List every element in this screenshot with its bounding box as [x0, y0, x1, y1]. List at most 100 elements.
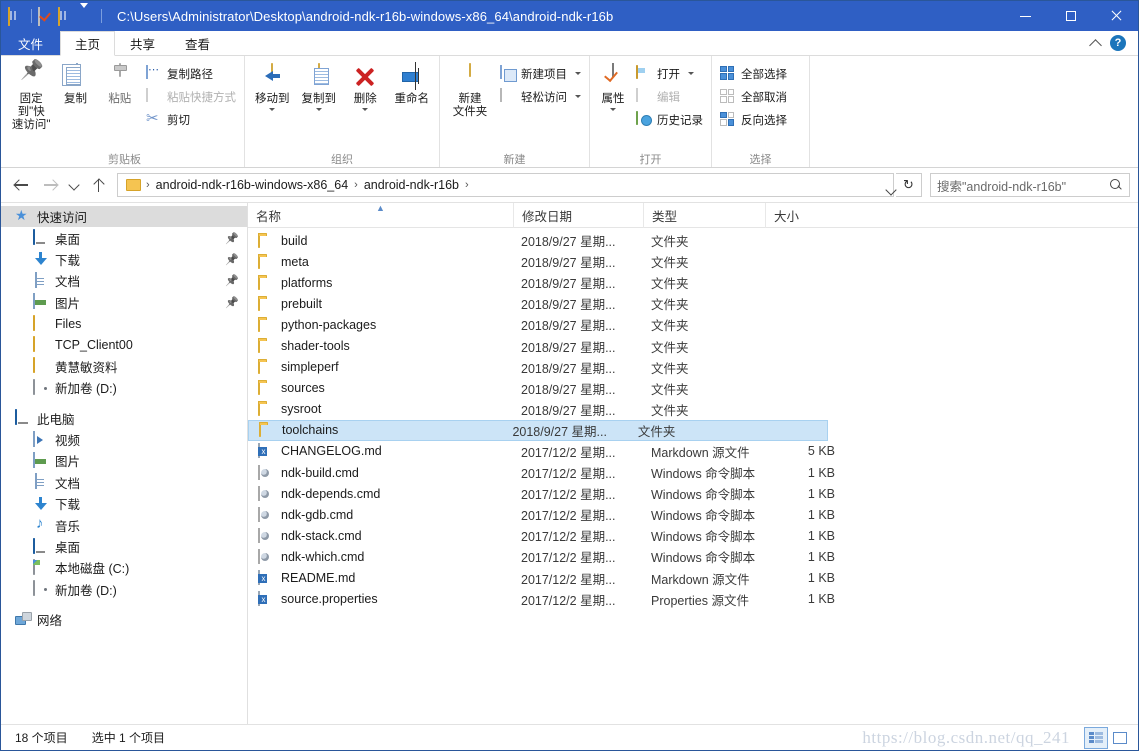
sidebar-item[interactable]: 新加卷 (D:): [1, 377, 247, 398]
delete-button[interactable]: 删除: [342, 60, 389, 111]
sidebar-item[interactable]: Files: [1, 313, 247, 334]
column-header-date[interactable]: 修改日期: [513, 202, 643, 228]
table-row[interactable]: ndk-depends.cmd 2017/12/2 星期... Windows 命令…: [248, 483, 1138, 504]
table-row[interactable]: sysroot 2018/9/27 星期... 文件夹: [248, 399, 1138, 420]
sidebar-item[interactable]: 桌面: [1, 536, 247, 557]
table-row[interactable]: shader-tools 2018/9/27 星期... 文件夹: [248, 335, 1138, 356]
paste-shortcut-button[interactable]: 粘贴快捷方式: [142, 86, 240, 107]
sidebar-item[interactable]: 图片 📌: [1, 292, 247, 313]
properties-icon[interactable]: [38, 6, 55, 26]
sidebar-item[interactable]: 此电脑: [1, 408, 247, 429]
copy-to-dropdown-icon[interactable]: [315, 108, 322, 111]
open-button[interactable]: 打开: [632, 63, 707, 84]
table-row[interactable]: ndk-stack.cmd 2017/12/2 星期... Windows 命令脚本…: [248, 525, 1138, 546]
easy-access-button[interactable]: 轻松访问: [496, 86, 585, 107]
copy-path-button[interactable]: 复制路径: [142, 63, 240, 84]
sidebar-item[interactable]: 桌面 📌: [1, 227, 247, 248]
tab-home[interactable]: 主页: [60, 31, 116, 56]
new-folder-icon[interactable]: [58, 6, 75, 26]
sidebar-item[interactable]: 下载: [1, 493, 247, 514]
table-row[interactable]: README.md 2017/12/2 星期... Markdown 源文件 1 KB: [248, 568, 1138, 589]
new-item-dropdown-icon[interactable]: [575, 72, 581, 75]
sidebar-item[interactable]: 音乐: [1, 514, 247, 535]
table-row[interactable]: simpleperf 2018/9/27 星期... 文件夹: [248, 357, 1138, 378]
pin-to-quick-access-button[interactable]: 固定到"快 速访问": [9, 60, 53, 132]
move-to-button[interactable]: 移动到: [249, 60, 296, 111]
new-item-button[interactable]: 新建项目: [496, 63, 585, 84]
open-dropdown-icon[interactable]: [688, 72, 694, 75]
minimize-button[interactable]: [1003, 1, 1048, 31]
table-row[interactable]: meta 2018/9/27 星期... 文件夹: [248, 251, 1138, 272]
column-header-type[interactable]: 类型: [643, 202, 765, 228]
up-button[interactable]: [85, 172, 111, 198]
collapse-ribbon-icon[interactable]: [1089, 38, 1102, 52]
recent-locations-button[interactable]: [65, 172, 83, 198]
table-row[interactable]: source.properties 2017/12/2 星期... Properti…: [248, 589, 1138, 610]
sidebar-item[interactable]: 新加卷 (D:): [1, 579, 247, 600]
pin-icon[interactable]: 📌: [225, 253, 239, 266]
refresh-button[interactable]: ↻: [896, 173, 922, 197]
breadcrumb-separator-2[interactable]: ›: [464, 179, 470, 191]
tab-file[interactable]: 文件: [1, 31, 61, 55]
column-header-name[interactable]: ▲ 名称: [248, 203, 513, 228]
table-row[interactable]: platforms 2018/9/27 星期... 文件夹: [248, 272, 1138, 293]
copy-button[interactable]: 复制: [53, 60, 97, 106]
table-row[interactable]: CHANGELOG.md 2017/12/2 星期... Markdown 源文件 5…: [248, 441, 1138, 462]
table-row[interactable]: build 2018/9/27 星期... 文件夹: [248, 230, 1138, 251]
sidebar-item[interactable]: 文档 📌: [1, 270, 247, 291]
easy-access-dropdown-icon[interactable]: [575, 95, 581, 98]
column-header-size[interactable]: 大小: [765, 202, 847, 228]
properties-button[interactable]: 属性: [594, 60, 632, 111]
sidebar-item[interactable]: 文档: [1, 472, 247, 493]
table-row[interactable]: python-packages 2018/9/27 星期... 文件夹: [248, 314, 1138, 335]
forward-button[interactable]: [37, 172, 63, 198]
history-button[interactable]: 历史记录: [632, 109, 707, 130]
breadcrumb-item-0[interactable]: android-ndk-r16b-windows-x86_64: [151, 176, 353, 194]
back-button[interactable]: [9, 172, 35, 198]
close-button[interactable]: [1093, 1, 1138, 31]
table-row[interactable]: ndk-gdb.cmd 2017/12/2 星期... Windows 命令脚本 1 …: [248, 504, 1138, 525]
sidebar-item[interactable]: 图片: [1, 450, 247, 471]
table-row[interactable]: toolchains 2018/9/27 星期... 文件夹: [248, 419, 828, 441]
pin-icon[interactable]: 📌: [225, 274, 239, 287]
sidebar-item[interactable]: 本地磁盘 (C:): [1, 557, 247, 578]
pin-icon[interactable]: 📌: [225, 232, 239, 245]
search-icon[interactable]: [1110, 178, 1123, 192]
copy-to-button[interactable]: 复制到: [296, 60, 343, 111]
explorer-icon[interactable]: [8, 6, 25, 26]
pin-icon[interactable]: 📌: [225, 296, 239, 309]
properties-dropdown-icon[interactable]: [610, 108, 616, 111]
tab-view[interactable]: 查看: [170, 31, 225, 55]
select-all-button[interactable]: 全部选择: [716, 63, 791, 84]
breadcrumb[interactable]: › android-ndk-r16b-windows-x86_64 › andr…: [117, 173, 894, 197]
details-view-button[interactable]: [1084, 726, 1108, 749]
rename-button[interactable]: 重命名: [389, 60, 436, 106]
sidebar-item[interactable]: 快速访问: [1, 206, 247, 228]
table-row[interactable]: prebuilt 2018/9/27 星期... 文件夹: [248, 293, 1138, 314]
new-folder-button[interactable]: 新建 文件夹: [444, 60, 496, 119]
sidebar-item[interactable]: TCP_Client00: [1, 334, 247, 355]
sidebar-item[interactable]: 下载 📌: [1, 249, 247, 270]
large-icons-view-button[interactable]: [1108, 727, 1132, 749]
delete-dropdown-icon[interactable]: [362, 108, 369, 111]
sidebar-item[interactable]: 网络: [1, 609, 247, 630]
customize-dropdown-icon[interactable]: [78, 2, 95, 25]
tab-share[interactable]: 共享: [115, 31, 170, 55]
breadcrumb-folder-icon[interactable]: [126, 179, 141, 191]
paste-button[interactable]: 粘贴: [98, 60, 142, 106]
sidebar-item[interactable]: 黄慧敏资料: [1, 356, 247, 377]
maximize-button[interactable]: [1048, 1, 1093, 31]
edit-button[interactable]: 编辑: [632, 86, 707, 107]
invert-selection-button[interactable]: 反向选择: [716, 109, 791, 130]
table-row[interactable]: ndk-build.cmd 2017/12/2 星期... Windows 命令脚本…: [248, 462, 1138, 483]
help-icon[interactable]: ?: [1110, 35, 1126, 51]
cut-button[interactable]: 剪切: [142, 109, 240, 130]
table-row[interactable]: sources 2018/9/27 星期... 文件夹: [248, 378, 1138, 399]
select-none-button[interactable]: 全部取消: [716, 86, 791, 107]
breadcrumb-item-1[interactable]: android-ndk-r16b: [359, 176, 464, 194]
search-input[interactable]: 搜索"android-ndk-r16b": [930, 173, 1130, 197]
navigation-pane[interactable]: 快速访问桌面 📌 下载 📌 文档 📌 图片 📌 Files TCP_Client00 黄慧敏资料新加…: [1, 203, 248, 724]
sidebar-item[interactable]: 视频: [1, 429, 247, 450]
move-to-dropdown-icon[interactable]: [269, 108, 276, 111]
table-row[interactable]: ndk-which.cmd 2017/12/2 星期... Windows 命令脚本…: [248, 546, 1138, 567]
